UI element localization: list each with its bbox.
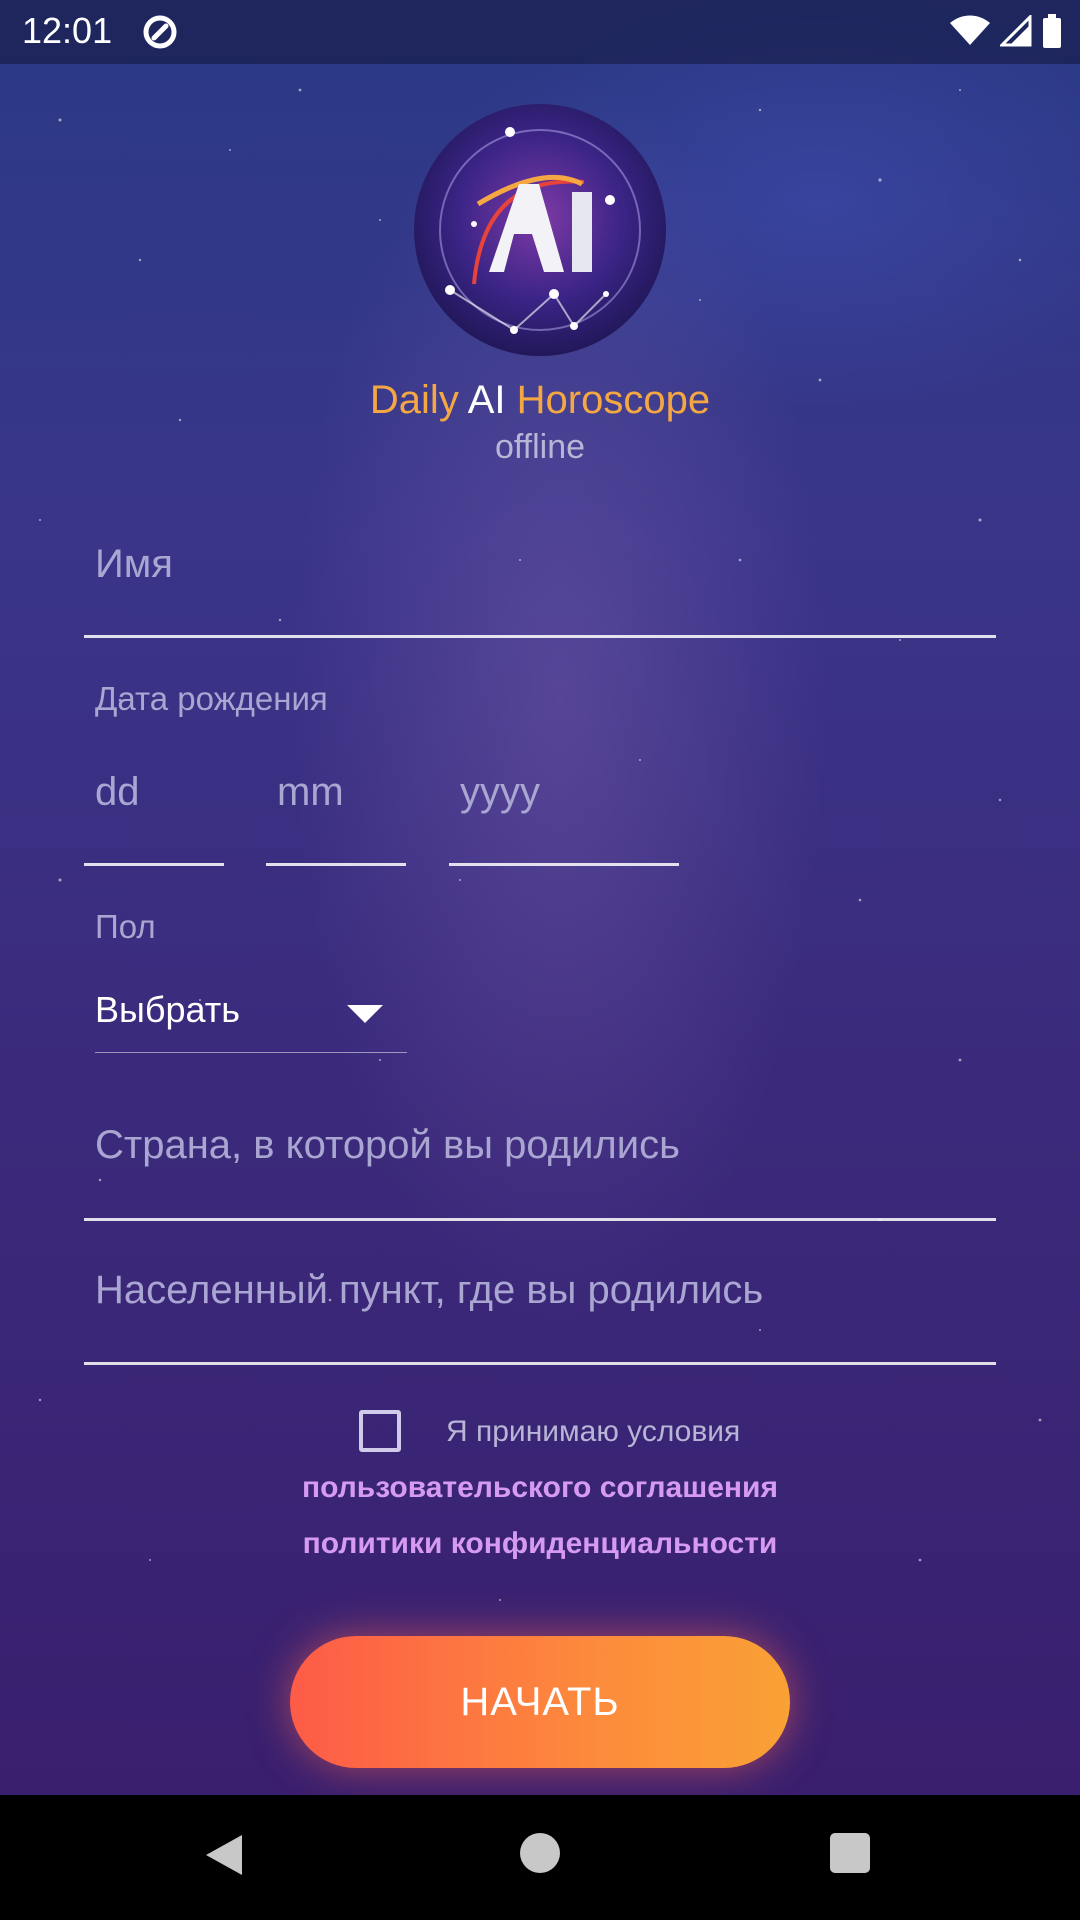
app-logo [414,104,666,356]
wifi-icon [950,15,990,45]
app-title-ai: AI [467,378,506,422]
terms-label: Я принимаю условия [446,1415,741,1448]
gender-dropdown[interactable]: Выбрать [95,975,407,1053]
birthdate-label: Дата рождения [95,680,328,717]
recents-icon[interactable] [830,1833,870,1873]
status-time: 12:01 [22,10,113,51]
year-placeholder: yyyy [460,770,540,814]
country-placeholder: Страна, в которой вы родились [95,1123,680,1167]
battery-icon [1043,14,1061,48]
status-bar: 12:01 [0,0,1080,64]
day-placeholder: dd [95,770,140,814]
app-title: Daily AI Horoscope [0,378,1080,423]
home-icon[interactable] [520,1833,560,1873]
start-button[interactable]: НАЧАТЬ [290,1636,790,1768]
navigation-bar [0,1795,1080,1920]
gender-selected-value: Выбрать [95,989,241,1030]
birth-year-field[interactable]: yyyy [449,750,679,866]
dropdown-arrow-icon [347,1005,383,1023]
birth-month-field[interactable]: mm [266,750,406,866]
cell-signal-icon [1000,15,1032,47]
user-agreement-link[interactable]: пользовательского соглашения [0,1471,1080,1505]
name-placeholder: Имя [95,542,173,586]
city-placeholder: Населенный пункт, где вы родились [95,1268,764,1312]
status-icons [950,14,1062,48]
data-saver-icon [143,15,177,49]
app-subtitle: offline [494,428,586,466]
back-icon[interactable] [204,1833,244,1877]
name-field[interactable]: Имя [84,520,996,638]
month-placeholder: mm [277,770,344,814]
app-screen: 12:01 Daily AI Horoscope offline Имя Дат… [0,0,1080,1795]
gender-label: Пол [95,908,156,945]
app-title-daily: Daily [369,378,459,422]
privacy-policy-link[interactable]: политики конфиденциальности [0,1527,1080,1561]
terms-checkbox[interactable] [359,1410,401,1452]
app-title-horoscope: Horoscope [516,378,711,422]
birth-day-field[interactable]: dd [84,750,224,866]
birth-country-field[interactable]: Страна, в которой вы родились [84,1105,996,1221]
birth-city-field[interactable]: Населенный пункт, где вы родились [84,1250,996,1365]
